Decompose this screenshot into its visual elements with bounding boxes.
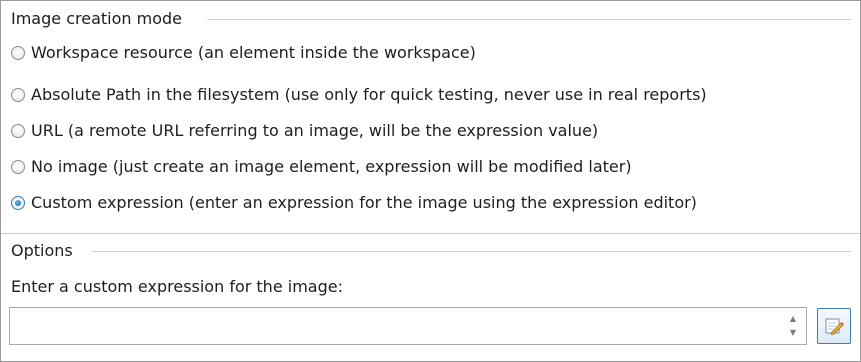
spinner-up-icon[interactable]: ▲ xyxy=(782,312,804,326)
expression-spinner[interactable]: ▲ ▼ xyxy=(782,310,804,342)
pencil-edit-icon xyxy=(825,318,844,336)
radio-label: No image (just create an image element, … xyxy=(31,157,632,176)
radio-selected-icon[interactable] xyxy=(11,196,25,210)
radio-absolute-path[interactable]: Absolute Path in the filesystem (use onl… xyxy=(11,83,707,107)
radio-no-image[interactable]: No image (just create an image element, … xyxy=(11,155,632,179)
custom-expression-prompt: Enter a custom expression for the image: xyxy=(11,277,343,296)
radio-url[interactable]: URL (a remote URL referring to an image,… xyxy=(11,119,598,143)
radio-custom-expression[interactable]: Custom expression (enter an expression f… xyxy=(11,191,697,215)
radio-workspace-resource[interactable]: Workspace resource (an element inside th… xyxy=(11,41,476,65)
group-divider xyxy=(91,251,851,252)
radio-label: Custom expression (enter an expression f… xyxy=(31,193,697,212)
radio-icon[interactable] xyxy=(11,160,25,174)
radio-label: Workspace resource (an element inside th… xyxy=(31,43,476,62)
radio-icon[interactable] xyxy=(11,124,25,138)
expression-input[interactable] xyxy=(12,310,780,342)
radio-label: URL (a remote URL referring to an image,… xyxy=(31,121,599,140)
radio-label: Absolute Path in the filesystem (use onl… xyxy=(31,85,707,104)
section-separator xyxy=(1,233,860,234)
image-creation-mode-title: Image creation mode xyxy=(11,9,182,28)
image-dialog-panel: Image creation mode Workspace resource (… xyxy=(0,0,861,362)
group-divider xyxy=(207,19,851,20)
spinner-down-icon[interactable]: ▼ xyxy=(782,326,804,340)
expression-field[interactable]: ▲ ▼ xyxy=(9,307,807,345)
expression-editor-button[interactable] xyxy=(817,308,851,344)
radio-icon[interactable] xyxy=(11,88,25,102)
options-title: Options xyxy=(11,241,73,260)
radio-icon[interactable] xyxy=(11,46,25,60)
